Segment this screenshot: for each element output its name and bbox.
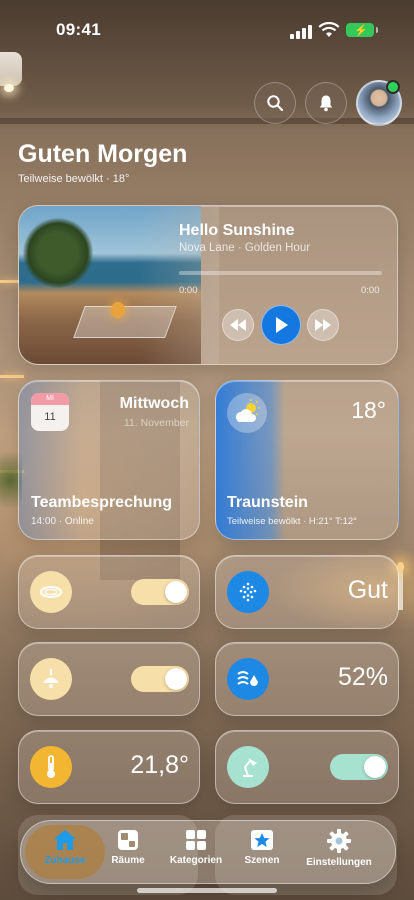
desk-lamp-toggle[interactable] [330,754,388,780]
pendant-lamp-tile[interactable] [18,642,200,716]
tab-label: Zuhause [44,855,86,866]
weather-city: Traunstein [227,494,308,511]
song-title: Hello Sunshine [179,222,295,239]
pendant-lamp-icon [30,658,72,700]
tab-zuhause[interactable]: Zuhause [37,829,93,875]
tab-label: Einstellungen [306,857,372,868]
greeting-title: Guten Morgen [18,140,188,168]
time-elapsed: 0:00 [179,285,198,296]
rooms-icon [118,830,138,850]
cellular-signal-icon [290,25,312,39]
ceiling-beam [0,118,414,124]
event-title: Teambesprechung [31,494,173,511]
calendar-icon-day: 11 [44,411,56,423]
status-bar: 09:41 ⚡ [0,0,414,58]
calendar-icon-month: MI [31,393,69,405]
song-artist: Nova Lane · Golden Hour [179,242,311,254]
bottom-navigation: Zuhause Räume Kategorien Szenen Einstell… [20,820,396,884]
calendar-date: 11. November [123,417,189,429]
home-indicator [137,888,277,893]
online-status-dot [386,80,400,94]
thermometer-icon [30,746,72,788]
pendant-lamp-toggle[interactable] [131,666,189,692]
calendar-weekday: Mittwoch [119,395,189,412]
ceiling-light-toggle[interactable] [131,579,189,605]
tab-kategorien[interactable]: Kategorien [166,829,226,875]
calendar-icon: MI 11 [31,393,69,431]
weather-details: Teilweise bewölkt · H:21° T:12° [227,516,357,527]
status-time: 09:41 [56,20,101,39]
categories-icon [186,830,206,850]
time-total: 0:00 [361,285,380,296]
desk-lamp-icon [227,746,269,788]
event-info: 14:00 · Online [31,516,94,527]
tab-label: Räume [111,855,145,866]
humidity-tile[interactable]: 52% [215,642,399,716]
weather-card[interactable]: 18° Traunstein Teilweise bewölkt · H:21°… [215,380,399,540]
fast-forward-icon [315,319,331,331]
charging-bolt-icon: ⚡ [354,25,368,37]
home-icon [54,830,76,850]
thermostat-value: 21,8° [130,751,189,779]
notifications-button[interactable] [305,82,347,124]
ceiling-light-icon [30,571,72,613]
calendar-card[interactable]: MI 11 Mittwoch 11. November Teambesprech… [18,380,200,540]
play-button[interactable] [261,305,301,345]
partly-cloudy-icon [227,393,267,433]
play-icon [276,317,288,333]
humidity-value: 52% [337,663,388,691]
rewind-icon [230,319,246,331]
search-button[interactable] [254,82,296,124]
media-player-card[interactable]: Hello Sunshine Nova Lane · Golden Hour 0… [18,205,398,365]
battery-icon: ⚡ [346,23,378,37]
wifi-icon [318,22,340,37]
tab-einstellungen[interactable]: Einstellungen [301,829,377,875]
humidity-icon [227,658,269,700]
fast-forward-button[interactable] [307,309,339,341]
progress-track[interactable] [179,271,382,275]
tab-label: Szenen [244,855,280,866]
tab-raeume[interactable]: Räume [103,829,153,875]
search-icon [267,95,284,112]
weather-temperature: 18° [351,397,386,423]
ceiling-light-tile[interactable] [18,555,200,629]
air-quality-value: Gut [347,576,388,604]
bell-icon [319,95,333,112]
shelf-light [0,375,24,378]
tab-szenen[interactable]: Szenen [237,829,287,875]
scenes-icon [251,830,273,850]
air-quality-icon [227,571,269,613]
gear-icon [327,829,351,853]
desk-lamp-tile[interactable] [215,730,399,804]
weather-subtitle: Teilweise bewölkt · 18° [18,173,130,185]
air-quality-tile[interactable]: Gut [215,555,399,629]
thermostat-tile[interactable]: 21,8° [18,730,200,804]
tab-label: Kategorien [169,855,223,866]
rewind-button[interactable] [222,309,254,341]
